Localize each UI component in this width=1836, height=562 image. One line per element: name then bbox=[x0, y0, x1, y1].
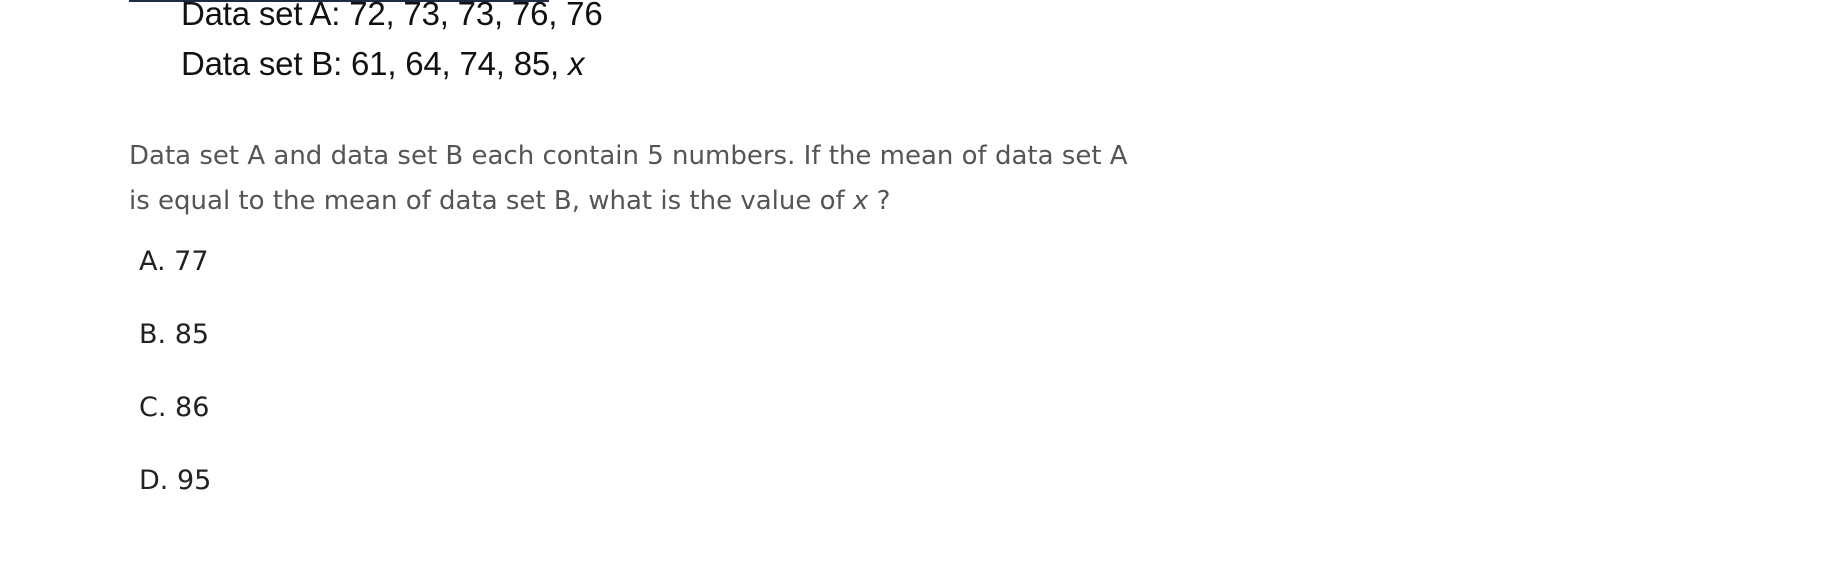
dataset-b-values: Data set B: 61, 64, 74, 85, bbox=[181, 45, 568, 82]
dataset-b-variable: x bbox=[567, 45, 585, 82]
choice-b[interactable]: B. 85 bbox=[139, 316, 211, 353]
question-text: Data set A and data set B each contain 5… bbox=[129, 134, 1249, 224]
choice-c[interactable]: C. 86 bbox=[139, 389, 211, 426]
question-line-2-text: is equal to the mean of data set B, what… bbox=[129, 186, 853, 216]
choice-a[interactable]: A. 77 bbox=[139, 243, 211, 280]
question-line-1: Data set A and data set B each contain 5… bbox=[129, 141, 1128, 171]
dataset-a-line: Data set A: 72, 73, 73, 76, 76 bbox=[181, 0, 603, 32]
answer-choices: A. 77 B. 85 C. 86 D. 95 bbox=[139, 243, 211, 535]
question-mark: ? bbox=[868, 186, 891, 216]
choice-d[interactable]: D. 95 bbox=[139, 462, 211, 499]
question-variable: x bbox=[852, 186, 869, 216]
question-line-2: is equal to the mean of data set B, what… bbox=[129, 179, 1249, 224]
dataset-b-line: Data set B: 61, 64, 74, 85, x bbox=[181, 45, 585, 82]
